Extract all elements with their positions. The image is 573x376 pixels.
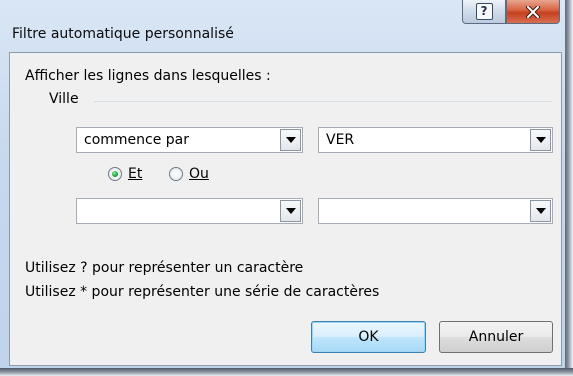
radio-and[interactable] — [108, 167, 122, 181]
radio-or[interactable] — [169, 167, 183, 181]
ok-button[interactable]: OK — [311, 321, 426, 353]
chevron-down-icon[interactable] — [530, 129, 551, 151]
custom-autofilter-dialog: Filtre automatique personnalisé ? Affich… — [0, 0, 573, 376]
window-shadow-right — [565, 0, 573, 376]
dialog-title: Filtre automatique personnalisé — [12, 26, 234, 42]
instruction-label: Afficher les lignes dans lesquelles : — [25, 68, 271, 84]
help-button[interactable]: ? — [462, 0, 506, 24]
radio-or-label[interactable]: Ou — [189, 166, 209, 182]
chevron-down-icon[interactable] — [530, 200, 551, 222]
operator-select-1-value: commence par — [84, 132, 190, 148]
close-icon — [526, 5, 540, 18]
operator-select-1[interactable]: commence par — [76, 127, 303, 153]
title-bar[interactable]: Filtre automatique personnalisé ? — [0, 0, 565, 52]
hint-single-char: Utilisez ? pour représenter un caractère — [25, 260, 304, 276]
help-glyph: ? — [480, 4, 488, 18]
group-divider — [94, 101, 552, 102]
value-combo-2[interactable] — [318, 198, 553, 224]
window-shadow-bottom — [0, 368, 573, 376]
cancel-button[interactable]: Annuler — [439, 321, 553, 353]
radio-and-label[interactable]: Et — [128, 166, 142, 182]
hint-multi-char: Utilisez * pour représenter une série de… — [25, 284, 380, 300]
value-combo-1-value: VER — [326, 132, 355, 148]
operator-select-2[interactable] — [76, 198, 303, 224]
help-icon: ? — [475, 3, 493, 20]
close-button[interactable] — [506, 0, 560, 24]
chevron-down-icon[interactable] — [280, 200, 301, 222]
value-combo-1[interactable]: VER — [318, 127, 553, 153]
chevron-down-icon[interactable] — [280, 129, 301, 151]
field-name-label: Ville — [49, 91, 79, 107]
